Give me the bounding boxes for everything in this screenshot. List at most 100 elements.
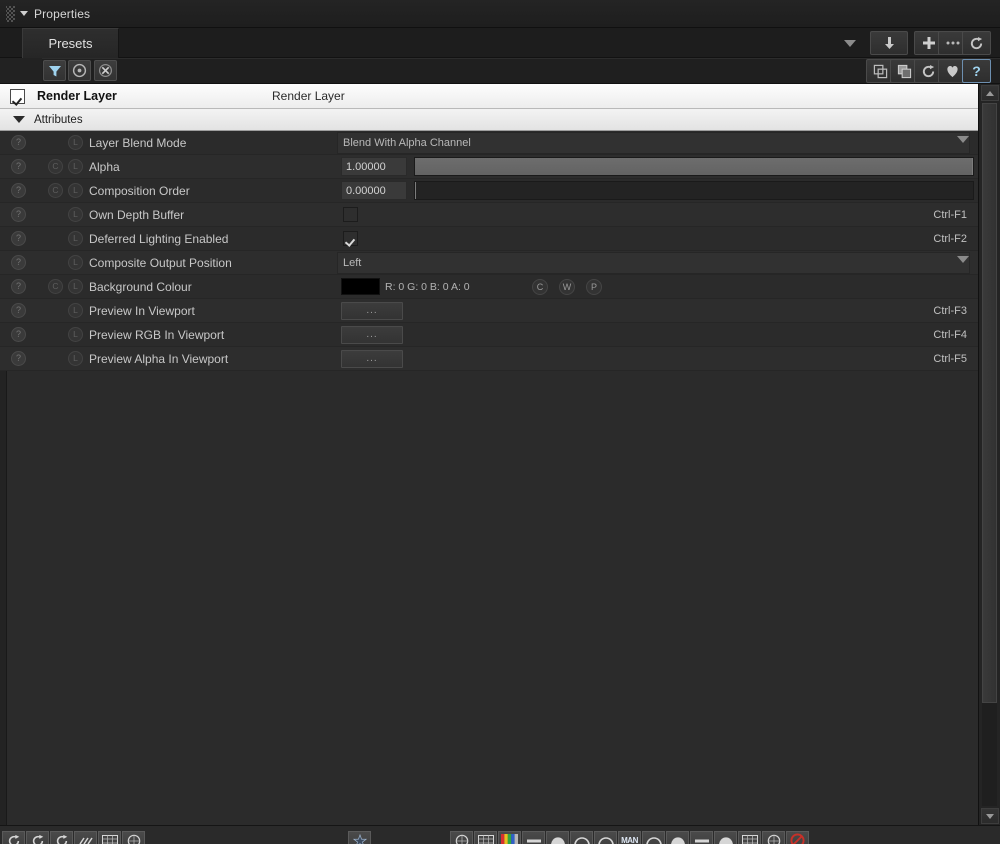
attribute-browse-button[interactable]: ... [341,350,403,368]
attribute-slider[interactable] [414,181,974,200]
x-close-icon[interactable] [94,60,117,81]
drag-grip-icon[interactable] [6,5,15,22]
object-name: Render Layer [37,89,117,103]
triangle-down-icon[interactable] [957,136,969,143]
blur-icon[interactable] [570,831,593,844]
triangle-down-icon[interactable] [20,11,28,16]
vertical-scrollbar[interactable] [978,84,1000,825]
spin-icon[interactable] [50,831,73,844]
dome-icon[interactable] [666,831,689,844]
question-circle-icon[interactable]: ? [11,159,26,174]
panel-titlebar: Properties [0,0,1000,28]
lock-circle-icon[interactable]: L [68,351,83,366]
no-entry-icon[interactable] [786,831,809,844]
umbrella-icon[interactable] [546,831,569,844]
attribute-label: Layer Blend Mode [89,136,187,150]
attribute-label: Deferred Lighting Enabled [89,232,229,246]
ellipsis-icon [946,41,959,45]
triangle-down-icon [844,39,856,47]
question-circle-icon[interactable]: ? [11,327,26,342]
attribute-shortcut: Ctrl-F3 [933,305,967,317]
group-header-attributes[interactable]: Attributes [0,109,978,131]
lock-circle-icon[interactable]: L [68,207,83,222]
attribute-row: ? C L Background Colour R: 0 G: 0 B: 0 A: 0C… [0,275,978,299]
connect-circle-icon[interactable]: C [48,183,63,198]
attribute-shortcut: Ctrl-F2 [933,233,967,245]
bottom-toolbar-mid-group [348,831,371,844]
filter-field-well[interactable] [42,58,1000,83]
lock-circle-icon[interactable]: L [68,327,83,342]
funnel-filter-icon[interactable] [43,60,66,81]
grid-icon[interactable] [474,831,497,844]
lock-circle-icon[interactable]: L [68,159,83,174]
hemisphere-icon[interactable] [714,831,737,844]
globe-icon[interactable] [450,831,473,844]
orbit-icon[interactable] [26,831,49,844]
attribute-row: ? L Deferred Lighting Enabled Ctrl-F2 [0,227,978,251]
tab-presets[interactable]: Presets [22,28,119,58]
circle-icon[interactable] [122,831,145,844]
attribute-slider[interactable] [414,157,974,176]
attribute-browse-button[interactable]: ... [341,326,403,344]
star-gear-icon[interactable] [348,831,371,844]
colour-w-button[interactable]: W [559,279,575,295]
attribute-checkbox[interactable] [343,231,358,246]
triangle-up-icon [986,90,994,96]
attribute-browse-button[interactable]: ... [341,302,403,320]
triangle-down-icon[interactable] [13,116,25,123]
connect-circle-icon[interactable]: C [48,159,63,174]
attribute-list: ? L Layer Blend Mode Blend With Alpha Chann… [0,131,978,825]
arc-icon[interactable] [642,831,665,844]
attribute-number-input[interactable]: 0.00000 [341,181,407,200]
attribute-number-input[interactable]: 1.00000 [341,157,407,176]
question-circle-icon[interactable]: ? [11,183,26,198]
man-icon[interactable]: MAN [618,831,641,844]
plane-icon[interactable] [690,831,713,844]
question-circle-icon[interactable]: ? [11,135,26,150]
attribute-label: Preview In Viewport [89,304,195,318]
attribute-label: Own Depth Buffer [89,208,185,222]
reset-preset-button[interactable] [962,31,991,55]
triangle-down-icon[interactable] [957,256,969,263]
attribute-enum-field[interactable] [337,252,970,274]
clock-icon[interactable] [762,831,785,844]
lock-circle-icon[interactable]: L [68,255,83,270]
lock-circle-icon[interactable]: L [68,279,83,294]
filter-toolbar: ? [0,58,1000,84]
colour-swatch[interactable] [341,278,380,295]
rotate-icon[interactable] [2,831,25,844]
lock-circle-icon[interactable]: L [68,231,83,246]
reload-arrow-icon [922,64,935,77]
question-circle-icon[interactable]: ? [11,255,26,270]
import-preset-button[interactable] [870,31,908,55]
copy-layers-icon [873,64,888,78]
fog-icon[interactable] [594,831,617,844]
help-button[interactable]: ? [962,59,991,83]
colour-c-button[interactable]: C [532,279,548,295]
object-enable-checkbox[interactable] [10,88,25,104]
lock-circle-icon[interactable]: L [68,183,83,198]
shade-icon[interactable] [522,831,545,844]
motion-icon[interactable] [74,831,97,844]
attribute-label: Preview Alpha In Viewport [89,352,229,366]
circle-dot-icon[interactable] [68,60,91,81]
question-circle-icon[interactable]: ? [11,303,26,318]
attribute-shortcut: Ctrl-F4 [933,329,967,341]
lock-circle-icon[interactable]: L [68,303,83,318]
attribute-checkbox[interactable] [343,207,358,222]
question-circle-icon[interactable]: ? [11,351,26,366]
timeline-icon[interactable] [98,831,121,844]
presets-dropdown-button[interactable] [840,34,860,52]
panel-icon[interactable] [738,831,761,844]
scrollbar-thumb[interactable] [982,103,997,703]
connect-circle-icon[interactable]: C [48,279,63,294]
question-circle-icon[interactable]: ? [11,279,26,294]
scroll-up-button[interactable] [981,85,999,101]
page-title: Properties [34,6,91,21]
scroll-down-button[interactable] [981,808,999,824]
colour-bars-icon[interactable] [498,831,521,844]
lock-circle-icon[interactable]: L [68,135,83,150]
question-circle-icon[interactable]: ? [11,231,26,246]
colour-p-button[interactable]: P [586,279,602,295]
question-circle-icon[interactable]: ? [11,207,26,222]
